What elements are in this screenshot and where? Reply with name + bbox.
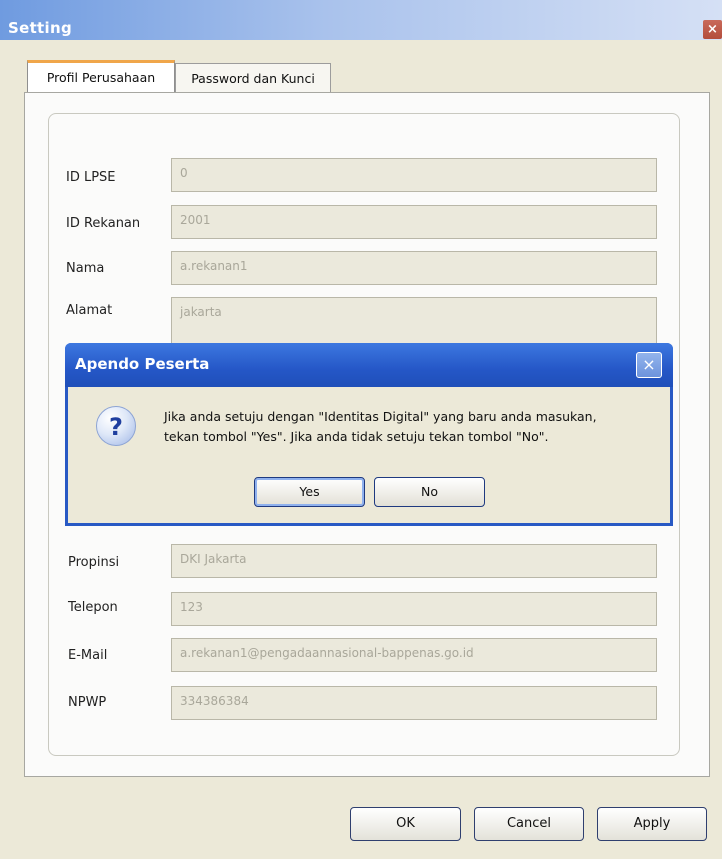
confirm-dialog: Apendo Peserta × ? Jika anda setuju deng… [65, 343, 673, 526]
tab-password-dan-kunci[interactable]: Password dan Kunci [175, 63, 331, 94]
close-icon: × [642, 355, 656, 374]
yes-button[interactable]: Yes [254, 477, 365, 507]
cancel-button[interactable]: Cancel [474, 807, 584, 841]
dialog-message-line-2: tekan tombol "Yes". Jika anda tidak setu… [164, 429, 549, 444]
tab-label: Password dan Kunci [191, 71, 315, 86]
window-title: Setting [8, 19, 72, 37]
propinsi-label: Propinsi [68, 555, 120, 570]
propinsi-field[interactable]: DKI Jakarta [171, 544, 657, 578]
nama-field[interactable]: a.rekanan1 [171, 251, 657, 285]
setting-window: Setting × Profil Perusahaan Password dan… [0, 0, 722, 859]
tab-profil-perusahaan[interactable]: Profil Perusahaan [27, 60, 175, 93]
title-bar[interactable]: Setting × [0, 0, 722, 40]
no-button[interactable]: No [374, 477, 485, 507]
telepon-field[interactable]: 123 [171, 592, 657, 626]
apply-button[interactable]: Apply [597, 807, 707, 841]
alamat-label: Alamat [66, 303, 113, 318]
dialog-close-button[interactable]: × [636, 352, 662, 378]
id-lpse-field[interactable]: 0 [171, 158, 657, 192]
npwp-field[interactable]: 334386384 [171, 686, 657, 720]
dialog-message: Jika anda setuju dengan "Identitas Digit… [164, 407, 664, 447]
id-rekanan-label: ID Rekanan [66, 216, 141, 231]
dialog-title: Apendo Peserta [75, 355, 210, 373]
window-close-button[interactable]: × [703, 20, 722, 39]
ok-button[interactable]: OK [350, 807, 461, 841]
dialog-message-line-1: Jika anda setuju dengan "Identitas Digit… [164, 409, 597, 424]
email-label: E-Mail [68, 648, 108, 663]
question-icon: ? [96, 406, 136, 446]
dialog-body: ? Jika anda setuju dengan "Identitas Dig… [68, 387, 670, 523]
id-lpse-label: ID LPSE [66, 170, 116, 185]
npwp-label: NPWP [68, 695, 107, 710]
dialog-title-bar[interactable]: Apendo Peserta × [65, 343, 673, 387]
nama-label: Nama [66, 261, 105, 276]
close-icon: × [707, 22, 718, 37]
telepon-label: Telepon [68, 600, 118, 615]
tab-label: Profil Perusahaan [46, 70, 156, 85]
email-field[interactable]: a.rekanan1@pengadaannasional-bappenas.go… [171, 638, 657, 672]
id-rekanan-field[interactable]: 2001 [171, 205, 657, 239]
